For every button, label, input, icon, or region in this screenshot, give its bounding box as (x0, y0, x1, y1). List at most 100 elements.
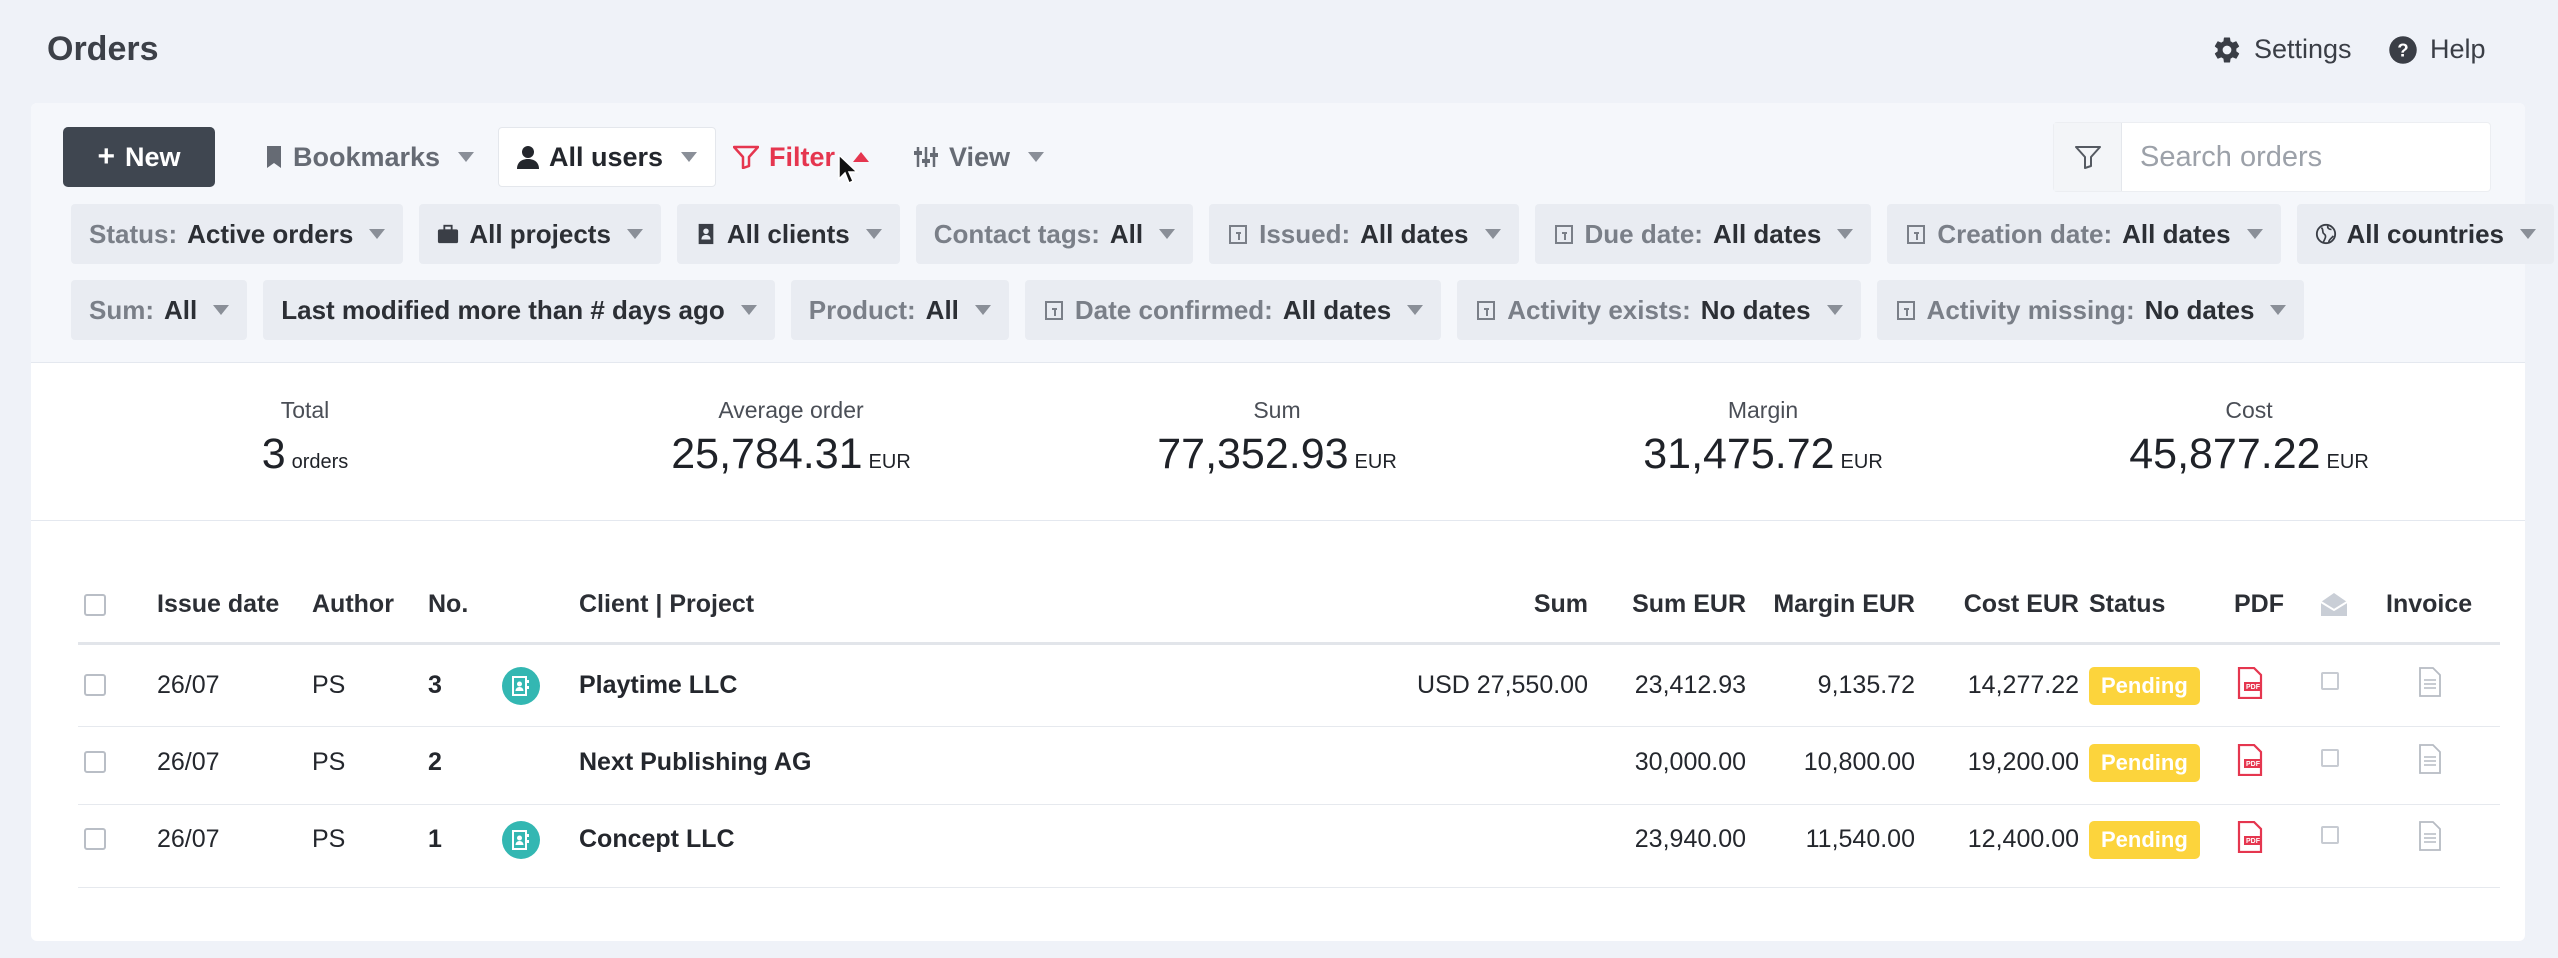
stat-cost: Cost 45,877.22 EUR (2129, 397, 2369, 478)
filter-chip-value: All clients (726, 218, 850, 249)
filter-chip-row1-6[interactable]: Creation date: All dates (1887, 204, 2281, 264)
pdf-icon[interactable]: PDF (2236, 820, 2264, 858)
order-number[interactable]: 2 (428, 748, 442, 777)
search-filter-button[interactable] (2054, 123, 2122, 191)
col-sum-eur[interactable]: Sum EUR (1632, 590, 1746, 619)
filter-chip-row2-1[interactable]: Last modified more than # days ago (263, 280, 775, 340)
chevron-down-icon (2520, 229, 2537, 239)
chevron-down-icon (1159, 229, 1176, 239)
page-title: Orders (47, 30, 159, 68)
col-invoice[interactable]: Invoice (2386, 590, 2472, 619)
filter-label: Filter (769, 141, 836, 172)
col-cost-eur[interactable]: Cost EUR (1964, 590, 2079, 619)
settings-label: Settings (2254, 34, 2352, 64)
filter-row-2: Sum: All Last modified more than # days ag… (71, 280, 2305, 340)
status-badge[interactable]: Pending (2089, 667, 2200, 705)
view-label: View (949, 141, 1011, 172)
filter-chip-label: Contact tags: (933, 218, 1100, 249)
col-sum[interactable]: Sum (1534, 590, 1588, 619)
chevron-down-icon (458, 152, 475, 162)
calendar-icon (1229, 225, 1248, 244)
filter-chip-row2-3[interactable]: Date confirmed: All dates (1024, 280, 1442, 340)
calendar-icon (1044, 301, 1063, 320)
order-number[interactable]: 3 (428, 671, 442, 700)
bookmarks-dropdown[interactable]: Bookmarks (265, 127, 475, 187)
col-author[interactable]: Author (312, 590, 394, 619)
row-checkbox[interactable] (84, 751, 106, 773)
client-name[interactable]: Concept LLC (579, 825, 735, 854)
help-link[interactable]: ? Help (2388, 34, 2486, 65)
email-sent-checkbox[interactable] (2321, 672, 2339, 690)
email-sent-checkbox[interactable] (2321, 826, 2339, 844)
select-all-checkbox[interactable] (84, 594, 106, 616)
cost-eur: 14,277.22 (1967, 671, 2079, 699)
bookmark-icon (267, 146, 281, 168)
contact-book-icon (698, 223, 714, 245)
col-client[interactable]: Client | Project (579, 590, 754, 619)
col-pdf[interactable]: PDF (2234, 590, 2284, 619)
cost-eur: 19,200.00 (1967, 748, 2079, 776)
help-label: Help (2430, 34, 2486, 64)
client-name[interactable]: Next Publishing AG (579, 748, 811, 777)
filter-chip-row2-0[interactable]: Sum: All (71, 280, 248, 340)
filter-chip-row1-7[interactable]: All countries (2296, 204, 2555, 264)
new-order-button[interactable]: + New (63, 127, 215, 187)
filter-chip-row2-2[interactable]: Product: All (790, 280, 1009, 340)
filter-chip-row1-2[interactable]: All clients (676, 204, 900, 264)
stat-average-unit: EUR (868, 451, 911, 473)
svg-text:PDF: PDF (2246, 761, 2261, 768)
funnel-icon (2074, 146, 2101, 169)
invoice-document-icon[interactable] (2418, 667, 2442, 702)
search-input[interactable] (2122, 140, 2482, 174)
filter-chip-row1-1[interactable]: All projects (419, 204, 661, 264)
col-margin-eur[interactable]: Margin EUR (1773, 590, 1915, 619)
col-no[interactable]: No. (428, 590, 468, 619)
status-badge[interactable]: Pending (2089, 821, 2200, 859)
status-badge[interactable]: Pending (2089, 744, 2200, 782)
row-checkbox[interactable] (84, 674, 106, 696)
chevron-down-icon (1484, 229, 1501, 239)
invoice-document-icon[interactable] (2418, 821, 2442, 856)
filter-chip-row1-5[interactable]: Due date: All dates (1534, 204, 1872, 264)
svg-text:PDF: PDF (2246, 684, 2261, 691)
chevron-down-icon (681, 152, 698, 162)
summary-stats: Total 3 orders Average order 25,784.31 EUR… (31, 363, 2525, 521)
order-number[interactable]: 1 (428, 825, 442, 854)
col-status[interactable]: Status (2089, 590, 2165, 619)
pdf-icon[interactable]: PDF (2236, 666, 2264, 704)
col-issue-date[interactable]: Issue date (157, 590, 279, 619)
help-icon: ? (2389, 35, 2417, 64)
gear-icon (2214, 37, 2240, 62)
view-dropdown[interactable]: View (913, 127, 1045, 187)
filter-chip-row1-4[interactable]: Issued: All dates (1209, 204, 1519, 264)
users-dropdown[interactable]: All users (498, 127, 717, 187)
author: PS (312, 671, 346, 699)
filter-chip-value: All projects (469, 218, 611, 249)
mouse-cursor-icon (838, 154, 859, 185)
sum: USD 27,550.00 (1417, 671, 1588, 699)
table-row[interactable]: 26/07 PS 1 Concept LLC 23,940.00 11,540.00 12,… (78, 805, 2500, 888)
table-row[interactable]: 26/07 PS 3 Playtime LLC USD 27,550.00 23,412.… (78, 645, 2500, 727)
client-name[interactable]: Playtime LLC (579, 671, 737, 700)
settings-link[interactable]: Settings (2212, 34, 2352, 65)
email-sent-checkbox[interactable] (2321, 749, 2339, 767)
invoice-document-icon[interactable] (2418, 744, 2442, 779)
briefcase-icon (438, 224, 459, 244)
stat-sum: Sum 77,352.93 EUR (1157, 397, 1397, 478)
filters-area: + New Bookmarks All users Filter View Se… (31, 103, 2555, 363)
filter-chip-label: Date confirmed: (1074, 294, 1273, 325)
table-row[interactable]: 26/07 PS 2 Next Publishing AG 30,000.00 10,80… (78, 727, 2500, 805)
search-box (2053, 122, 2491, 192)
filter-chip-row2-4[interactable]: Activity exists: No dates (1457, 280, 1861, 340)
pdf-icon[interactable]: PDF (2236, 743, 2264, 781)
filter-chip-value: No dates (2144, 294, 2255, 325)
author: PS (312, 748, 346, 776)
filter-chip-row2-5[interactable]: Activity missing: No dates (1876, 280, 2305, 340)
filter-chip-row1-3[interactable]: Contact tags: All (915, 204, 1194, 264)
chevron-down-icon (865, 229, 882, 239)
filter-chip-row1-0[interactable]: Status: Active orders (71, 204, 404, 264)
chevron-down-icon (626, 229, 643, 239)
plus-icon: + (97, 140, 115, 173)
row-checkbox[interactable] (84, 828, 106, 850)
filter-row-1: Status: Active orders All projects All clie… (71, 204, 2555, 264)
